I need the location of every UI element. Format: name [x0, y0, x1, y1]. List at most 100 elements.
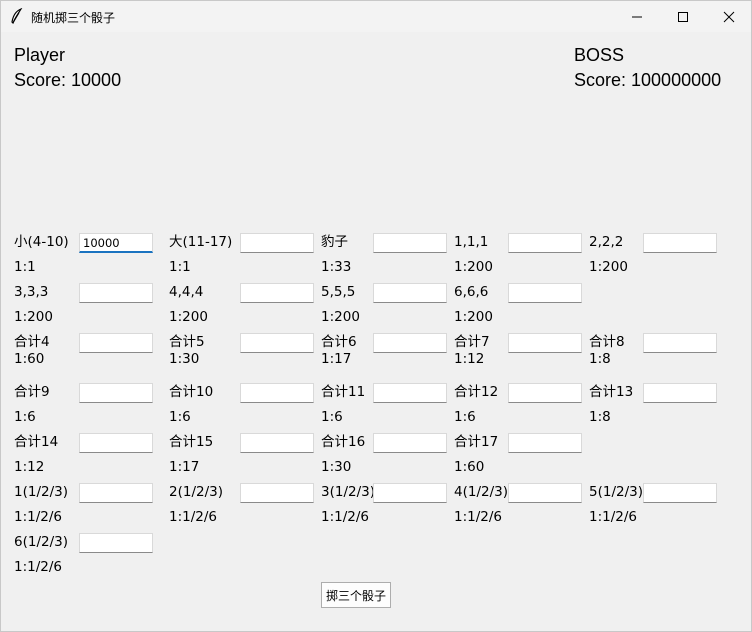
- app-window: 随机掷三个骰子 Player Score: 10000 BOSS Score: …: [0, 0, 752, 632]
- bet-odds: 1:8: [589, 351, 611, 367]
- bet-amount-input[interactable]: [240, 483, 314, 503]
- bet-odds: 1:30: [321, 459, 352, 475]
- bet-label: 6,6,6: [454, 284, 489, 300]
- bet-label: 3,3,3: [14, 284, 49, 300]
- bet-amount-input[interactable]: [643, 483, 717, 503]
- bet-odds: 1:6: [321, 409, 343, 425]
- bet-label: 合计8: [589, 334, 625, 350]
- bet-label: 合计9: [14, 384, 50, 400]
- bet-label: 1(1/2/3): [14, 484, 68, 500]
- bet-amount-input[interactable]: [79, 283, 153, 303]
- bet-odds: 1:1: [14, 259, 36, 275]
- bet-amount-input[interactable]: [240, 233, 314, 253]
- bet-amount-input[interactable]: [373, 383, 447, 403]
- bet-amount-input[interactable]: [508, 233, 582, 253]
- bet-label: 合计10: [169, 384, 214, 400]
- bet-label: 2,2,2: [589, 234, 624, 250]
- bet-amount-input[interactable]: [373, 483, 447, 503]
- bet-odds: 1:1/2/6: [454, 509, 503, 525]
- bet-label: 合计6: [321, 334, 357, 350]
- bet-amount-input[interactable]: [373, 333, 447, 353]
- bet-amount-input[interactable]: [508, 433, 582, 453]
- bet-odds: 1:200: [14, 309, 53, 325]
- bet-label: 3(1/2/3): [321, 484, 375, 500]
- maximize-button[interactable]: [660, 1, 706, 32]
- bet-odds: 1:6: [454, 409, 476, 425]
- bet-odds: 1:200: [169, 309, 208, 325]
- bet-label: 合计15: [169, 434, 214, 450]
- bet-odds: 1:30: [169, 351, 200, 367]
- bet-amount-input[interactable]: [508, 383, 582, 403]
- bet-odds: 1:17: [321, 351, 352, 367]
- bet-odds: 1:1/2/6: [589, 509, 638, 525]
- boss-name: BOSS: [574, 45, 625, 65]
- bet-amount-input[interactable]: [240, 383, 314, 403]
- bet-label: 合计7: [454, 334, 490, 350]
- bet-amount-input[interactable]: [373, 283, 447, 303]
- bet-odds: 1:1/2/6: [321, 509, 370, 525]
- bet-label: 5,5,5: [321, 284, 356, 300]
- window-title: 随机掷三个骰子: [31, 11, 116, 25]
- bet-odds: 1:200: [454, 309, 493, 325]
- bet-label: 5(1/2/3): [589, 484, 643, 500]
- bet-amount-input[interactable]: [79, 433, 153, 453]
- feather-icon: [10, 7, 24, 25]
- bet-odds: 1:8: [589, 409, 611, 425]
- minimize-button[interactable]: [614, 1, 660, 32]
- bet-label: 4,4,4: [169, 284, 204, 300]
- bet-amount-input[interactable]: [373, 433, 447, 453]
- bet-odds: 1:200: [454, 259, 493, 275]
- bet-amount-input[interactable]: [643, 383, 717, 403]
- bet-amount-input[interactable]: [240, 433, 314, 453]
- bet-amount-input[interactable]: [79, 383, 153, 403]
- player-name: Player: [14, 45, 66, 65]
- close-button[interactable]: [706, 1, 752, 32]
- bet-label: 合计5: [169, 334, 205, 350]
- bet-label: 合计16: [321, 434, 366, 450]
- bet-label: 小(4-10): [14, 234, 69, 250]
- bet-label: 2(1/2/3): [169, 484, 223, 500]
- bet-amount-input[interactable]: [373, 233, 447, 253]
- bet-label: 豹子: [321, 234, 348, 250]
- minimize-icon: [632, 16, 642, 17]
- bet-amount-input[interactable]: [240, 283, 314, 303]
- bet-amount-input[interactable]: [79, 333, 153, 353]
- bet-label: 合计17: [454, 434, 499, 450]
- roll-dice-button[interactable]: 掷三个骰子: [321, 582, 391, 608]
- bet-odds: 1:1/2/6: [14, 559, 63, 575]
- bet-odds: 1:1: [169, 259, 191, 275]
- bet-amount-input[interactable]: [508, 483, 582, 503]
- bet-odds: 1:17: [169, 459, 200, 475]
- bet-amount-input[interactable]: [643, 333, 717, 353]
- bet-odds: 1:1/2/6: [169, 509, 218, 525]
- bet-odds: 1:200: [321, 309, 360, 325]
- bet-odds: 1:1/2/6: [14, 509, 63, 525]
- bet-odds: 1:60: [14, 351, 45, 367]
- bet-odds: 1:33: [321, 259, 352, 275]
- bet-amount-input[interactable]: [643, 233, 717, 253]
- bet-amount-input[interactable]: [79, 483, 153, 503]
- bet-odds: 1:60: [454, 459, 485, 475]
- bet-odds: 1:12: [14, 459, 45, 475]
- close-icon: [723, 11, 735, 22]
- maximize-icon: [678, 11, 688, 22]
- bet-odds: 1:12: [454, 351, 485, 367]
- bet-label: 6(1/2/3): [14, 534, 68, 550]
- bet-odds: 1:6: [14, 409, 36, 425]
- bet-amount-input[interactable]: [79, 233, 153, 253]
- bet-amount-input[interactable]: [508, 333, 582, 353]
- bet-amount-input[interactable]: [79, 533, 153, 553]
- bet-amount-input[interactable]: [508, 283, 582, 303]
- bet-label: 合计12: [454, 384, 499, 400]
- player-score: Score: 10000: [14, 70, 122, 90]
- bet-label: 合计14: [14, 434, 59, 450]
- bet-label: 合计4: [14, 334, 50, 350]
- bet-amount-input[interactable]: [240, 333, 314, 353]
- bet-label: 1,1,1: [454, 234, 489, 250]
- boss-score: Score: 100000000: [574, 70, 722, 90]
- bet-label: 大(11-17): [169, 234, 233, 250]
- bet-odds: 1:200: [589, 259, 628, 275]
- title-bar[interactable]: 随机掷三个骰子: [1, 1, 751, 32]
- bet-label: 合计13: [589, 384, 634, 400]
- bet-label: 合计11: [321, 384, 366, 400]
